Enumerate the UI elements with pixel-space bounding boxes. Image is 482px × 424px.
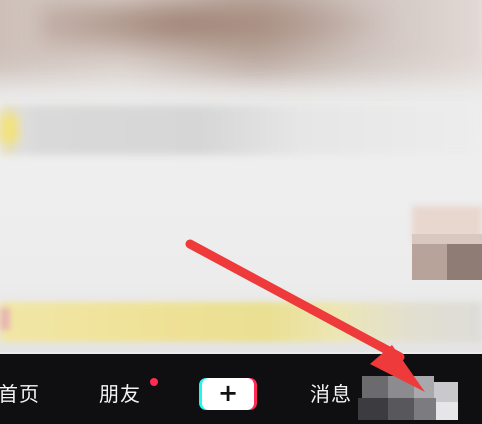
video-feed[interactable] [0, 0, 482, 352]
blurred-profile-pixel [388, 376, 414, 398]
tab-profile[interactable] [358, 368, 482, 424]
bottom-navigation-bar: 首页 朋友 + 消息 [0, 354, 482, 424]
blurred-info-band [0, 302, 482, 342]
blurred-profile-pixel [434, 382, 458, 402]
blurred-avatar-left [412, 244, 447, 280]
tab-messages[interactable]: 消息 [310, 382, 352, 406]
tab-friends[interactable]: 朋友 [99, 382, 141, 406]
blurred-profile-pixel [358, 398, 388, 420]
create-post-button[interactable]: + [202, 378, 254, 410]
blurred-profile-pixel [362, 376, 388, 398]
blurred-profile-pixel [414, 376, 434, 398]
blurred-caption-mark [0, 115, 18, 143]
blurred-avatar-right [447, 244, 482, 280]
tab-home[interactable]: 首页 [0, 382, 40, 406]
plus-icon: + [217, 379, 239, 407]
blurred-profile-pixel [414, 398, 436, 420]
friends-notification-dot [150, 378, 158, 386]
blurred-info-mark [0, 308, 10, 330]
blurred-profile-pixel [388, 398, 414, 420]
blurred-caption [0, 105, 482, 155]
app-screen: 首页 朋友 + 消息 [0, 0, 482, 424]
blurred-video-subject [40, 0, 400, 60]
blurred-profile-pixel [436, 402, 458, 420]
